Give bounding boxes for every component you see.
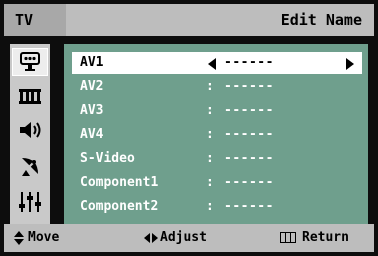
row-av4[interactable]: AV4 : ------ bbox=[72, 124, 362, 146]
tv-label: TV bbox=[15, 11, 34, 29]
row-value: ------ bbox=[224, 199, 274, 214]
move-hint: Move bbox=[14, 230, 59, 245]
channel-icon[interactable] bbox=[12, 152, 48, 180]
row-value: ------ bbox=[224, 103, 274, 118]
move-label: Move bbox=[28, 230, 60, 245]
setup-icon[interactable] bbox=[12, 188, 48, 216]
row-component2[interactable]: Component2 : ------ bbox=[72, 196, 362, 218]
row-av1[interactable]: AV1 ------ bbox=[72, 52, 362, 74]
sound-icon[interactable] bbox=[12, 116, 48, 144]
row-label: Component1 bbox=[80, 175, 159, 190]
row-av3[interactable]: AV3 : ------ bbox=[72, 100, 362, 122]
menu-icon bbox=[280, 232, 296, 243]
row-component1[interactable]: Component1 : ------ bbox=[72, 172, 362, 194]
row-separator: : bbox=[206, 127, 214, 142]
picture-icon-graphic bbox=[19, 89, 41, 104]
page-title: Edit Name bbox=[280, 11, 362, 29]
right-arrow-icon[interactable] bbox=[346, 58, 354, 70]
row-av2[interactable]: AV2 : ------ bbox=[72, 76, 362, 98]
adjust-label: Adjust bbox=[160, 230, 207, 245]
row-separator: : bbox=[206, 103, 214, 118]
row-label: AV2 bbox=[80, 79, 104, 94]
row-label: AV4 bbox=[80, 127, 104, 142]
row-label: AV1 bbox=[80, 55, 104, 70]
row-label: AV3 bbox=[80, 103, 104, 118]
header-tv-block: TV bbox=[4, 4, 66, 36]
row-label: S-Video bbox=[80, 151, 135, 166]
row-separator: : bbox=[206, 199, 214, 214]
row-value: ------ bbox=[224, 151, 274, 166]
edit-name-panel: AV1 ------ AV2 : ------ AV3 : ------ AV4… bbox=[64, 44, 368, 224]
sound-icon-graphic bbox=[20, 122, 41, 138]
row-s-video[interactable]: S-Video : ------ bbox=[72, 148, 362, 170]
input-icon[interactable] bbox=[12, 48, 48, 76]
row-value: ------ bbox=[224, 127, 274, 142]
row-label: Component2 bbox=[80, 199, 159, 214]
left-right-arrow-icon bbox=[144, 232, 158, 243]
header-bar: TV Edit Name bbox=[4, 4, 374, 36]
up-down-arrow-icon bbox=[14, 230, 24, 245]
return-hint: Return bbox=[280, 230, 349, 245]
row-value: ------ bbox=[224, 55, 274, 70]
row-separator: : bbox=[206, 79, 214, 94]
row-value: ------ bbox=[224, 79, 274, 94]
row-value: ------ bbox=[224, 175, 274, 190]
footer-bar: Move Adjust Return bbox=[4, 224, 374, 252]
menu-icon-column bbox=[10, 44, 50, 224]
left-arrow-icon[interactable] bbox=[208, 58, 216, 70]
row-separator: : bbox=[206, 175, 214, 190]
picture-icon[interactable] bbox=[12, 82, 48, 110]
channel-icon-graphic bbox=[22, 158, 38, 176]
input-icon-graphic bbox=[20, 52, 40, 71]
osd-menu: TV Edit Name AV1 ------ AV2: ------ AV3… bbox=[0, 0, 378, 256]
setup-icon-graphic bbox=[19, 192, 41, 212]
row-separator: : bbox=[206, 151, 214, 166]
return-label: Return bbox=[302, 230, 349, 245]
adjust-hint: Adjust bbox=[144, 230, 207, 245]
